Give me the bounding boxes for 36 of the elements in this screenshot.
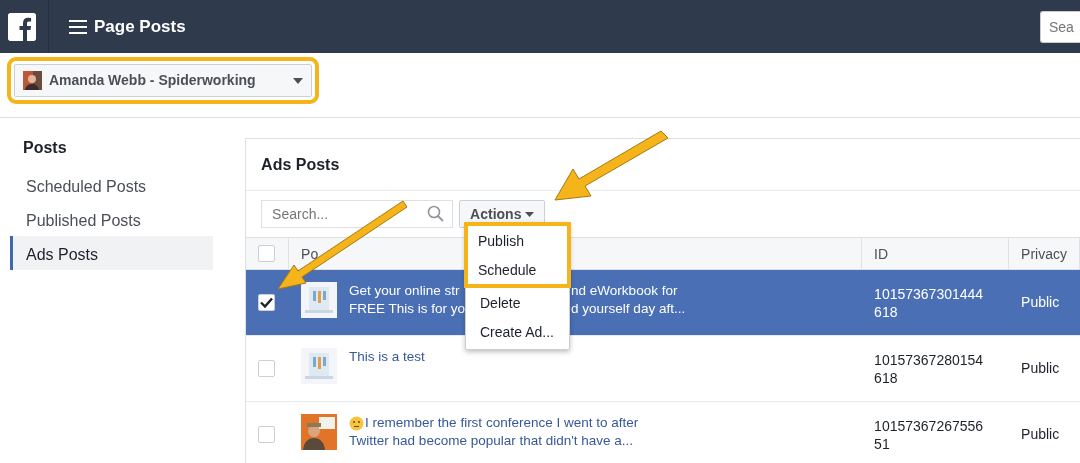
checkbox[interactable] — [258, 360, 276, 377]
post-text[interactable]: Twitter had become popular that didn't have a... — [349, 432, 634, 450]
search-icon[interactable] — [427, 205, 445, 222]
privacy-text: Public — [1021, 293, 1060, 312]
menu-item[interactable]: Schedule — [464, 255, 571, 288]
privacy-text: Public — [1021, 425, 1060, 444]
caret-icon — [293, 77, 303, 84]
post-id: 618 — [874, 368, 899, 387]
menu-icon[interactable] — [69, 18, 87, 35]
checkbox[interactable] — [258, 426, 276, 443]
search-field[interactable]: Search... — [261, 200, 454, 228]
post-id: 10157367301444 — [874, 284, 984, 303]
checkbox[interactable] — [258, 294, 276, 311]
post-id: 51 — [874, 434, 891, 453]
post-text[interactable]: I remember the first conference I went to after — [365, 414, 639, 432]
post-text[interactable]: d yourself day aft... — [571, 300, 686, 318]
page-title: Page Posts — [94, 15, 186, 38]
sidebar-heading: Posts — [22, 138, 68, 158]
table-row[interactable]: I remember the first conference I went to after Twitter had become popular that didn't have a... 10157367267556 51 Public — [246, 402, 1080, 463]
sidebar-item[interactable]: Ads Posts — [10, 236, 214, 270]
post-id: 618 — [874, 302, 899, 321]
post-id: 10157367280154 — [874, 350, 984, 369]
post-text[interactable]: nd eWorkbook for — [571, 282, 678, 300]
facebook-logo[interactable] — [8, 12, 36, 41]
menu-item[interactable]: Publish — [464, 222, 571, 255]
sidebar-item[interactable]: Published Posts — [10, 202, 214, 236]
sidebar-item[interactable]: Scheduled Posts — [10, 168, 214, 202]
checkbox[interactable] — [258, 245, 276, 262]
post-id: 10157367267556 — [874, 416, 984, 435]
column-header[interactable]: Privacy — [1021, 246, 1067, 261]
search-field[interactable]: Sea — [1040, 10, 1080, 43]
post-text[interactable]: This is a test — [349, 348, 425, 366]
caret-icon — [524, 211, 534, 217]
column-header[interactable]: Po — [301, 246, 319, 261]
privacy-text: Public — [1021, 359, 1060, 378]
column-header[interactable]: ID — [874, 246, 889, 261]
